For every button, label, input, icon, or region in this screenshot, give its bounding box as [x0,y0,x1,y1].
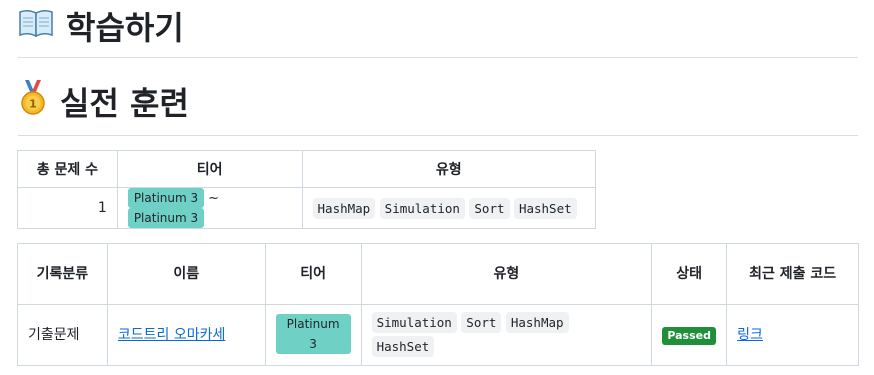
page: 학습하기 1 실전 훈련 총 문제 수 티어 유형 1 Platinum 3 ~… [0,0,874,375]
svg-text:1: 1 [29,98,37,111]
summary-header-types: 유형 [301,150,597,188]
type-tag: Sort [469,197,510,219]
summary-header-row: 총 문제 수 티어 유형 [17,150,597,188]
records-header-category: 기록분류 [17,243,108,305]
records-header-tier: 티어 [264,243,362,305]
type-tag: Simulation [379,197,465,219]
records-header-code: 최근 제출 코드 [726,243,859,305]
problem-link[interactable]: 코드트리 오마카세 [118,327,226,343]
open-book-icon [18,7,54,47]
type-tag: HashSet [513,197,577,219]
heading-learn: 학습하기 [18,8,858,58]
summary-row: 1 Platinum 3 ~Platinum 3 HashMap Simulati… [17,187,597,229]
record-category: 기출문제 [17,304,108,366]
status-badge: Passed [662,327,716,345]
record-status-cell: Passed [651,304,728,366]
records-table: 기록분류 이름 티어 유형 상태 최근 제출 코드 기출문제 코드트리 오마카세… [17,243,859,366]
records-header-name: 이름 [106,243,266,305]
first-place-medal-icon: 1 [18,80,48,125]
heading-train-text: 실전 훈련 [60,84,189,123]
heading-train: 1 실전 훈련 [18,80,858,136]
type-tag: HashSet [371,336,435,357]
tier-badge-from: Platinum 3 [127,188,205,208]
records-header-row: 기록분류 이름 티어 유형 상태 최근 제출 코드 [17,243,859,305]
summary-types-cell: HashMap Simulation Sort HashSet [301,187,597,229]
records-header-status: 상태 [651,243,728,305]
summary-table: 총 문제 수 티어 유형 1 Platinum 3 ~Platinum 3 Has… [17,150,597,229]
type-tag: HashMap [312,197,376,219]
summary-header-tier: 티어 [116,150,303,188]
summary-count: 1 [17,187,118,229]
table-row: 기출문제 코드트리 오마카세 Platinum 3 Simulation Sor… [17,304,859,366]
record-code-cell: 링크 [726,304,859,366]
tier-badge-to: Platinum 3 [127,208,205,228]
heading-learn-text: 학습하기 [66,9,184,47]
tier-range-separator: ~ [208,191,220,206]
records-header-types: 유형 [360,243,653,305]
record-tier-cell: Platinum 3 [264,304,362,366]
type-tag: Simulation [371,312,457,333]
type-tag: HashMap [505,312,569,333]
summary-header-count: 총 문제 수 [17,150,118,188]
record-name-cell: 코드트리 오마카세 [106,304,266,366]
summary-tier-cell: Platinum 3 ~Platinum 3 [116,187,303,229]
record-types-cell: Simulation Sort HashMap HashSet [360,304,653,366]
tier-badge: Platinum 3 [275,314,351,354]
code-link[interactable]: 링크 [737,327,763,343]
type-tag: Sort [461,312,502,333]
